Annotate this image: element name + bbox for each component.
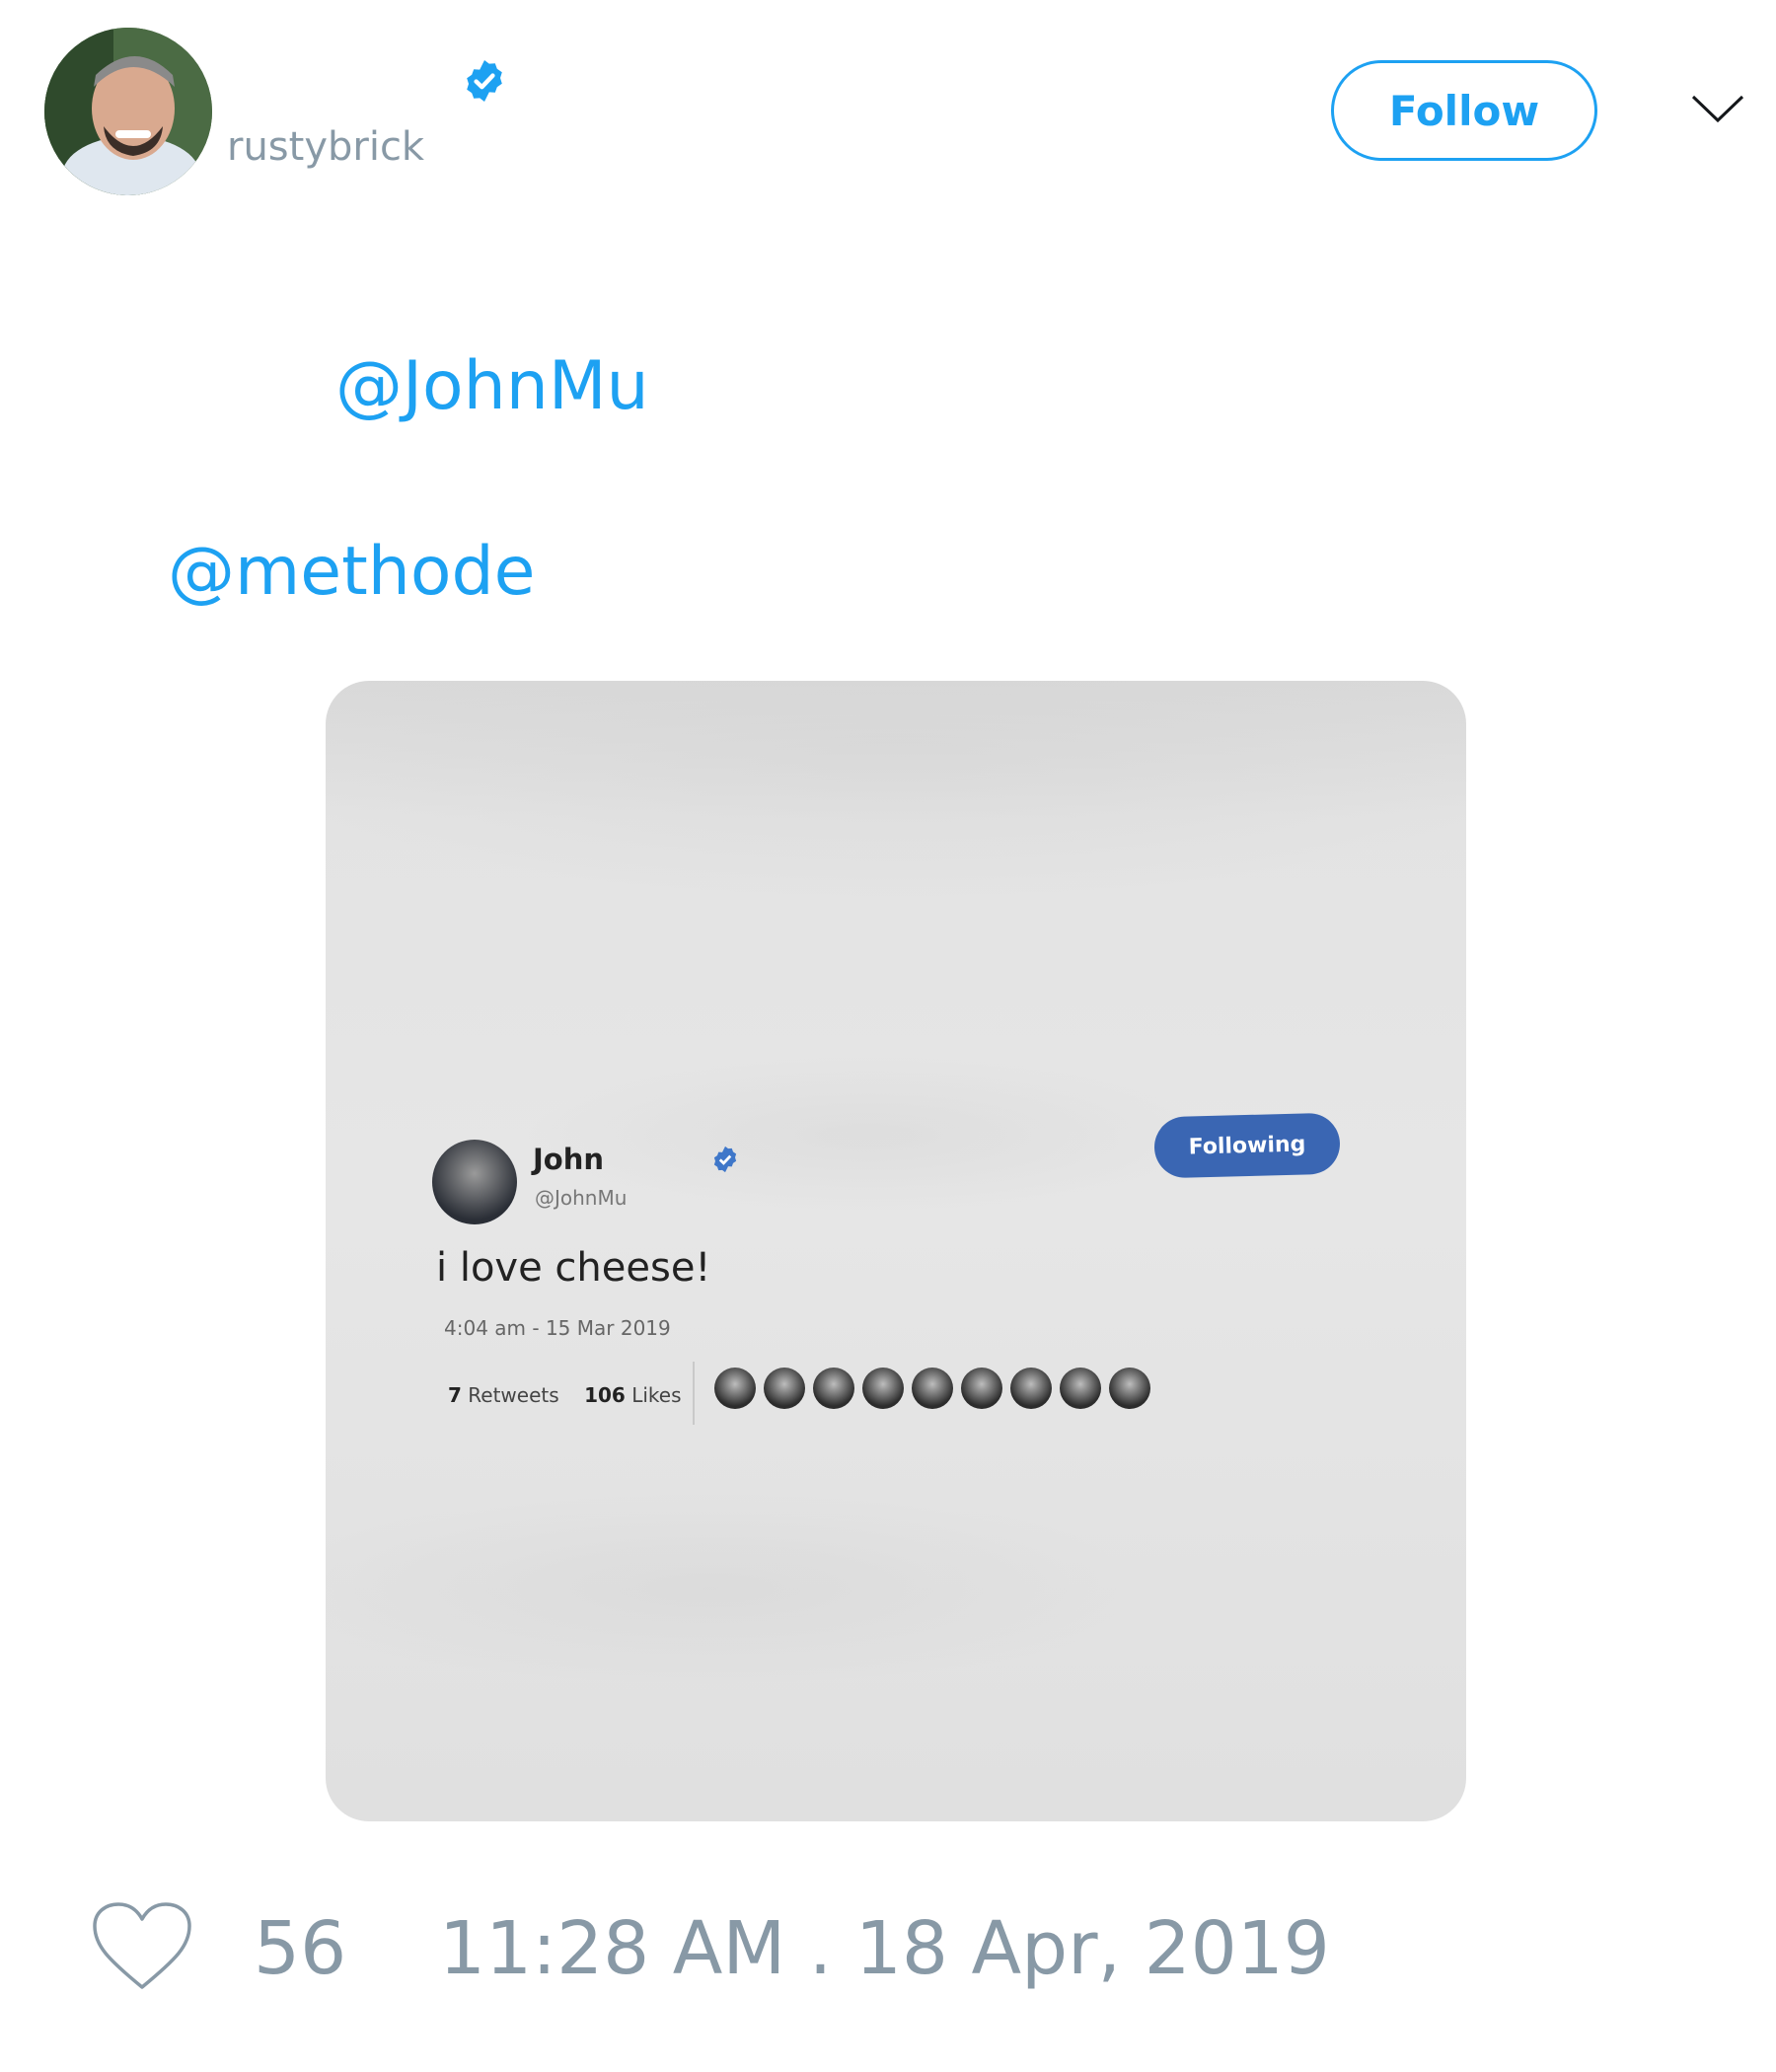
liker-avatar: [714, 1368, 756, 1409]
embedded-likes-label: Likes: [631, 1383, 682, 1407]
embedded-liker-avatars: [714, 1368, 1150, 1409]
tweet-media-photo[interactable]: John @JohnMu Following i love cheese! 4:…: [326, 681, 1466, 1821]
tweet-timestamp[interactable]: 11:28 AM . 18 Apr, 2019: [439, 1906, 1330, 1991]
liker-avatar: [1060, 1368, 1101, 1409]
follow-button[interactable]: Follow: [1331, 60, 1597, 161]
embedded-stats: 7 Retweets 106 Likes: [448, 1383, 682, 1407]
chevron-down-icon[interactable]: [1689, 91, 1746, 126]
shirt-fold: [326, 1490, 1154, 1687]
embedded-verified-icon: [713, 1146, 737, 1173]
liker-avatar: [862, 1368, 904, 1409]
like-count: 56: [254, 1906, 347, 1991]
avatar-photo-icon: [44, 28, 212, 195]
mention-link[interactable]: @methode: [168, 533, 535, 611]
liker-avatar: [764, 1368, 805, 1409]
embedded-likes-count: 106: [584, 1383, 626, 1407]
embedded-tweet-text: i love cheese!: [436, 1245, 711, 1291]
liker-avatar: [1010, 1368, 1052, 1409]
author-avatar[interactable]: [44, 28, 212, 195]
heart-icon[interactable]: [89, 1898, 195, 1993]
embedded-name: John: [533, 1143, 605, 1176]
embedded-tweet-time: 4:04 am - 15 Mar 2019: [444, 1316, 671, 1340]
verified-badge-icon: [467, 60, 502, 102]
embedded-retweets-count: 7: [448, 1383, 462, 1407]
author-handle[interactable]: rustybrick: [227, 124, 424, 170]
embedded-avatar: [432, 1140, 517, 1224]
liker-avatar: [1109, 1368, 1150, 1409]
mention-link[interactable]: @JohnMu: [335, 347, 649, 425]
embedded-handle: @JohnMu: [535, 1186, 628, 1210]
embedded-divider: [693, 1362, 695, 1425]
embedded-retweets-label: Retweets: [468, 1383, 559, 1407]
liker-avatar: [961, 1368, 1002, 1409]
liker-avatar: [813, 1368, 854, 1409]
liker-avatar: [912, 1368, 953, 1409]
shirt-fold: [326, 681, 1466, 898]
embedded-following-button: Following: [1153, 1112, 1341, 1179]
